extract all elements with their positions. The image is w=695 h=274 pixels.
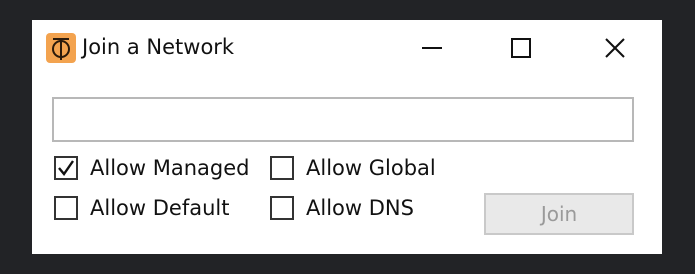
allow-global-checkbox[interactable]: Allow Global [270, 153, 436, 183]
checkbox-box[interactable] [54, 196, 78, 220]
checkmark-icon [58, 160, 74, 176]
checkbox-label: Allow DNS [306, 196, 414, 220]
join-button[interactable]: Join [484, 193, 634, 235]
close-icon [605, 38, 625, 58]
allow-dns-checkbox[interactable]: Allow DNS [270, 193, 414, 223]
checkbox-box[interactable] [270, 196, 294, 220]
allow-default-checkbox[interactable]: Allow Default [54, 193, 229, 223]
checkbox-label: Allow Managed [90, 156, 250, 180]
window-title: Join a Network [82, 35, 235, 59]
checkbox-box[interactable] [54, 156, 78, 180]
checkbox-label: Allow Default [90, 196, 230, 220]
network-id-input[interactable] [52, 97, 634, 142]
close-button[interactable] [595, 30, 635, 66]
minimize-icon [422, 47, 442, 49]
maximize-icon [511, 38, 531, 58]
join-network-window: Join a Network Allow Managed Allow Globa… [32, 20, 662, 254]
checkbox-label: Allow Global [306, 156, 436, 180]
checkbox-box[interactable] [270, 156, 294, 180]
title-bar[interactable]: Join a Network [32, 20, 662, 76]
maximize-button[interactable] [501, 30, 541, 66]
allow-managed-checkbox[interactable]: Allow Managed [54, 153, 249, 183]
zerotier-logo-icon [46, 33, 76, 63]
minimize-button[interactable] [412, 30, 452, 66]
